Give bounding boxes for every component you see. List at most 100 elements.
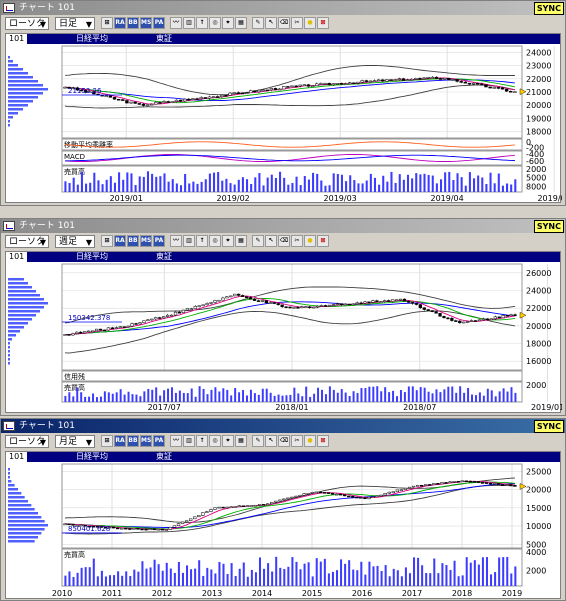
chart-header: 101 日経平均 東証	[6, 252, 560, 262]
cancel-icon[interactable]: ⊠	[317, 435, 329, 447]
up-icon[interactable]: ↑	[196, 435, 208, 447]
chart-icon[interactable]: ▦	[235, 235, 247, 247]
cancel-icon[interactable]: ⊠	[317, 17, 329, 29]
chart-icon[interactable]: ▦	[235, 435, 247, 447]
candle-icon[interactable]: ⊞	[101, 235, 113, 247]
PA-icon[interactable]: PA	[153, 435, 165, 447]
arrow-icon[interactable]: ↖	[265, 235, 277, 247]
volume-bar	[88, 567, 91, 586]
candle	[91, 330, 95, 333]
BB-icon[interactable]: BB	[127, 17, 139, 29]
cursor-icon[interactable]: ⌖	[222, 235, 234, 247]
volume-bar	[246, 576, 249, 586]
sync-button[interactable]: SYNC	[533, 420, 564, 433]
candle-icon[interactable]: ⊞	[101, 435, 113, 447]
candle	[440, 482, 444, 485]
candle	[397, 78, 402, 80]
PA-icon[interactable]: PA	[153, 17, 165, 29]
chart-type-select[interactable]: ローソク ▼	[5, 435, 49, 448]
volume-bar	[163, 390, 166, 402]
volume-bar	[316, 173, 319, 192]
bar-icon[interactable]: ▥	[183, 17, 195, 29]
volume-bar	[373, 177, 377, 192]
bulb-icon[interactable]: ●	[304, 17, 316, 29]
candle	[447, 77, 451, 81]
volume-bar	[275, 556, 278, 586]
volume-bar	[439, 179, 443, 192]
cancel-icon[interactable]: ⊠	[317, 235, 329, 247]
cursor-icon[interactable]: ⌖	[222, 17, 234, 29]
MS-icon[interactable]: MS	[140, 435, 152, 447]
bar-icon[interactable]: ▥	[183, 435, 195, 447]
subpanel-frame	[61, 138, 523, 151]
up-icon[interactable]: ↑	[196, 17, 208, 29]
BB-icon[interactable]: BB	[127, 235, 139, 247]
sync-button[interactable]: SYNC	[533, 220, 564, 233]
candle	[432, 483, 436, 485]
cursor-icon[interactable]: ⌖	[222, 435, 234, 447]
pen-icon[interactable]: ✎	[252, 435, 264, 447]
candle	[110, 327, 115, 330]
volume-bar	[229, 183, 232, 192]
volume-bar	[171, 179, 174, 192]
candle	[418, 304, 422, 308]
bulb-icon[interactable]: ●	[304, 235, 316, 247]
eraser-icon[interactable]: ⌫	[278, 435, 290, 447]
volume-bar	[388, 576, 391, 586]
pen-icon[interactable]: ✎	[252, 17, 264, 29]
candle	[217, 299, 221, 302]
title-bar[interactable]: チャート 101 SYNC	[1, 219, 565, 233]
eraser-icon[interactable]: ⌫	[278, 235, 290, 247]
zoom-icon[interactable]: ◎	[209, 235, 221, 247]
price-reference-label: 850401.628	[68, 525, 110, 533]
candle	[387, 491, 391, 494]
bulb-icon[interactable]: ●	[304, 435, 316, 447]
period-select[interactable]: 日足 ▼	[55, 17, 95, 30]
chart-panel[interactable]: 101 日経平均 東証 2010 2011 2012 2013 2014 2015 2016…	[5, 451, 561, 599]
candle	[173, 311, 178, 316]
chart-type-select[interactable]: ローソク ▼	[5, 235, 49, 248]
RA-icon[interactable]: RA	[114, 435, 126, 447]
wave-icon[interactable]: 〰	[170, 235, 182, 247]
zoom-icon[interactable]: ◎	[209, 435, 221, 447]
period-select[interactable]: 週足 ▼	[55, 235, 95, 248]
chevron-down-icon: ▼	[85, 238, 92, 247]
RA-icon[interactable]: RA	[114, 17, 126, 29]
chart-type-select[interactable]: ローソク ▼	[5, 17, 49, 30]
RA-icon[interactable]: RA	[114, 235, 126, 247]
candle	[451, 79, 455, 81]
period-select[interactable]: 月足 ▼	[55, 435, 95, 448]
pen-icon[interactable]: ✎	[252, 235, 264, 247]
eraser-icon[interactable]: ⌫	[278, 17, 290, 29]
tool-icon[interactable]: ✂	[291, 435, 303, 447]
sync-button[interactable]: SYNC	[533, 2, 564, 15]
MS-icon[interactable]: MS	[140, 17, 152, 29]
candle-icon[interactable]: ⊞	[101, 17, 113, 29]
candle	[290, 85, 294, 88]
wave-icon[interactable]: 〰	[170, 435, 182, 447]
title-bar[interactable]: チャート 101 SYNC	[1, 1, 565, 15]
PA-icon[interactable]: PA	[153, 235, 165, 247]
volume-profile-bar	[8, 112, 18, 115]
chart-panel[interactable]: 101 日経平均 東証 2019/01 2019/02 2019/03 2019/04…	[5, 33, 562, 203]
wave-icon[interactable]: 〰	[170, 17, 182, 29]
title-bar[interactable]: チャート 101 SYNC	[1, 419, 565, 433]
candle	[298, 494, 302, 497]
MS-icon[interactable]: MS	[140, 235, 152, 247]
arrow-icon[interactable]: ↖	[265, 435, 277, 447]
subpanel-label: 移動平均乖離率	[64, 140, 113, 149]
zoom-icon[interactable]: ◎	[209, 17, 221, 29]
tool-icon[interactable]: ✂	[291, 17, 303, 29]
up-icon[interactable]: ↑	[196, 235, 208, 247]
tool-icon[interactable]: ✂	[291, 235, 303, 247]
candle	[363, 497, 367, 500]
volume-bar	[287, 184, 290, 192]
chart-panel[interactable]: 101 日経平均 東証 2017/07 2018/01 2018/07 2019/01…	[5, 251, 562, 413]
chart-icon[interactable]: ▦	[235, 17, 247, 29]
bar-icon[interactable]: ▥	[183, 235, 195, 247]
volume-bar	[92, 393, 95, 402]
candle	[87, 330, 91, 333]
arrow-icon[interactable]: ↖	[265, 17, 277, 29]
volume-bar	[151, 173, 154, 192]
BB-icon[interactable]: BB	[127, 435, 139, 447]
